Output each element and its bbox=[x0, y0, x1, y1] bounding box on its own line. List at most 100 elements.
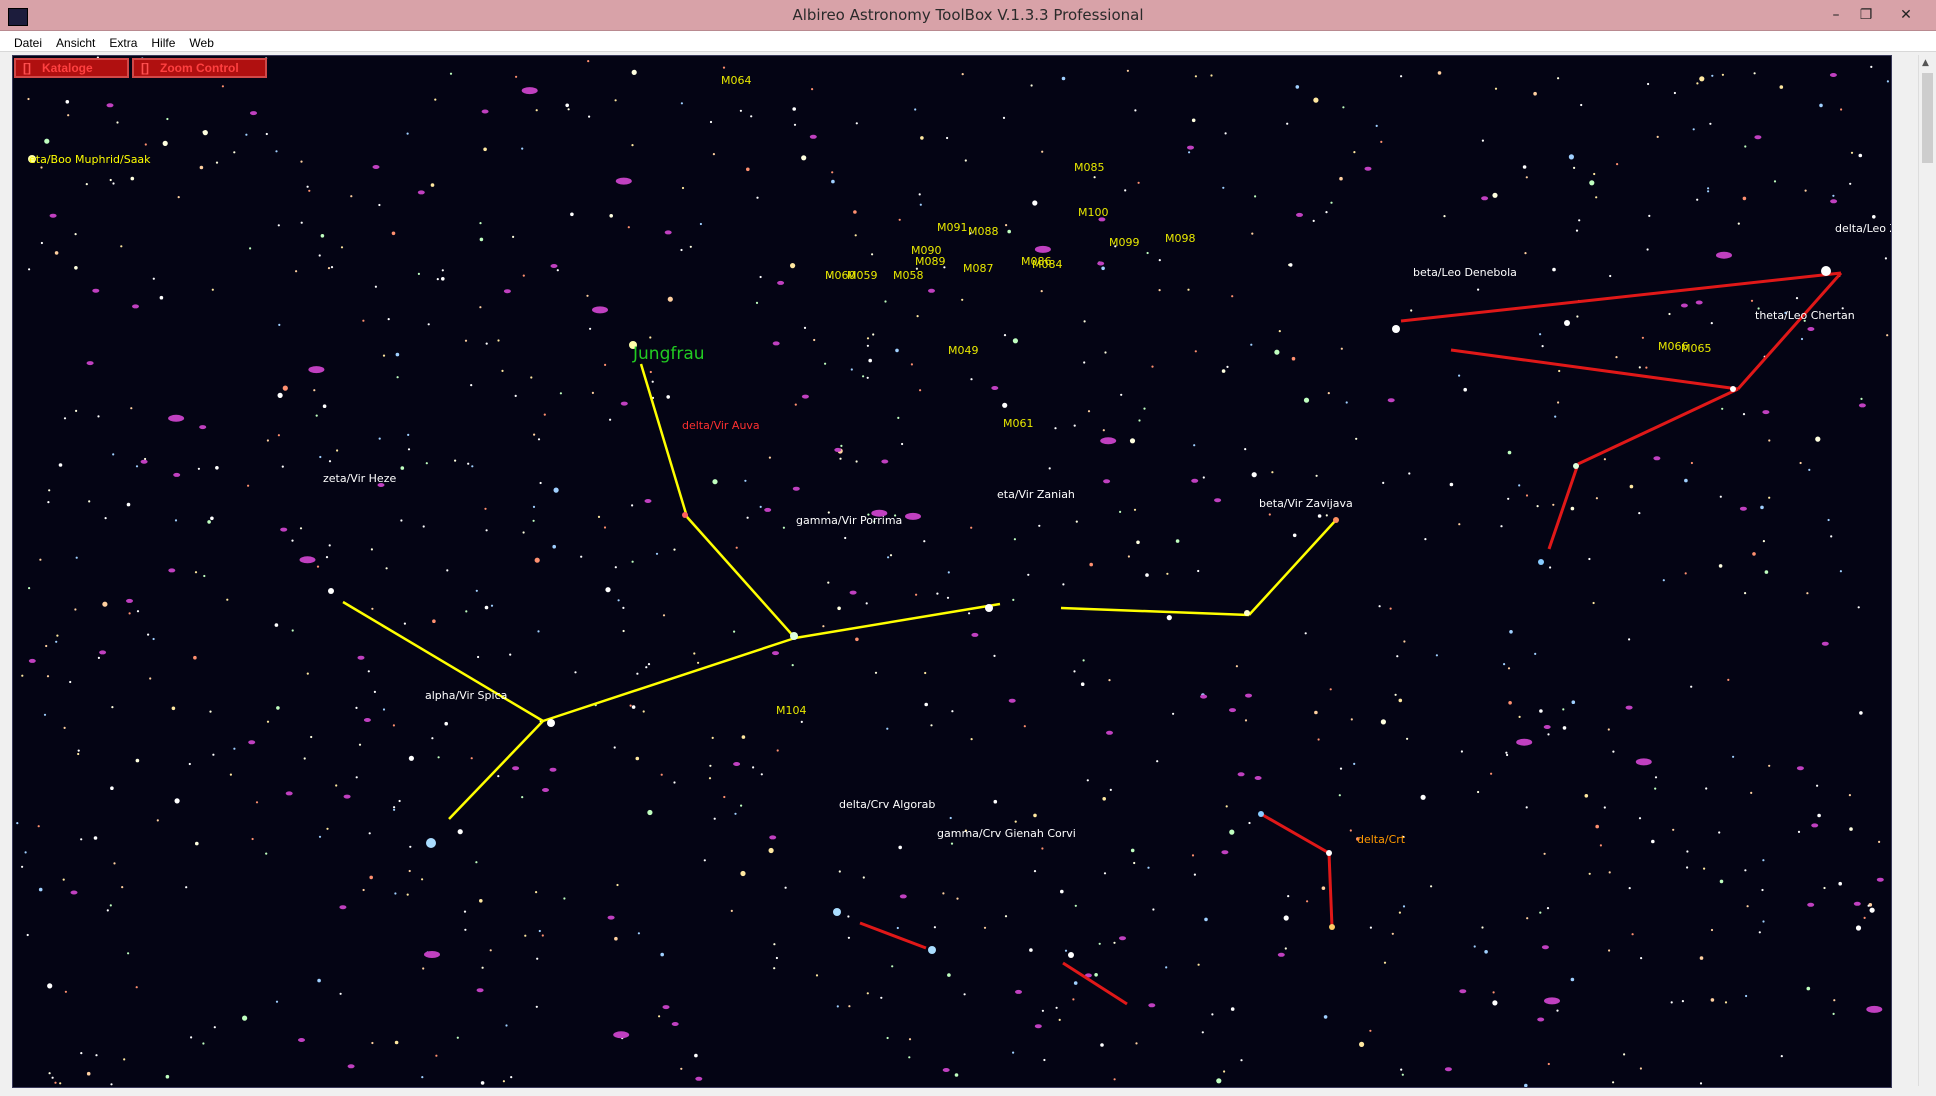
background-star bbox=[430, 183, 435, 187]
star-chertan bbox=[1730, 386, 1736, 392]
star-center bbox=[547, 719, 555, 727]
background-star bbox=[425, 462, 428, 465]
background-star bbox=[291, 539, 294, 542]
background-star bbox=[1339, 767, 1343, 770]
background-star bbox=[136, 610, 140, 613]
galaxy-marker bbox=[942, 1068, 950, 1072]
background-star bbox=[1396, 655, 1399, 658]
minimize-button[interactable]: – bbox=[1823, 5, 1849, 25]
vertical-scrollbar[interactable]: ▲ bbox=[1918, 55, 1936, 1086]
background-star bbox=[1187, 288, 1190, 291]
background-star bbox=[470, 384, 473, 387]
background-star bbox=[609, 418, 612, 421]
background-star bbox=[919, 203, 922, 206]
sky-map-view[interactable]: M064 M085 M100 M091 M088 M090 M089 M087 … bbox=[12, 55, 1892, 1088]
background-star bbox=[1745, 994, 1748, 998]
background-star bbox=[1284, 947, 1287, 950]
background-star bbox=[21, 865, 24, 868]
background-star bbox=[614, 99, 617, 102]
background-star bbox=[535, 109, 538, 112]
background-star bbox=[708, 777, 712, 780]
background-star bbox=[866, 337, 870, 340]
background-star bbox=[1699, 956, 1704, 960]
galaxy-marker bbox=[132, 304, 139, 309]
background-star bbox=[588, 115, 591, 118]
background-star bbox=[824, 362, 827, 365]
messier-label: M091 bbox=[937, 221, 968, 234]
background-star bbox=[162, 140, 168, 146]
background-star bbox=[1628, 887, 1631, 890]
galaxy-marker bbox=[173, 472, 181, 477]
background-star bbox=[266, 439, 269, 442]
galaxy-marker bbox=[285, 791, 293, 796]
background-star bbox=[534, 557, 540, 563]
zoom-control-button[interactable]: [] Zoom Control bbox=[132, 58, 267, 78]
menu-extra[interactable]: Extra bbox=[102, 34, 144, 50]
background-star bbox=[1539, 333, 1542, 336]
background-star bbox=[1503, 663, 1506, 666]
galaxy-marker bbox=[1459, 989, 1467, 994]
background-star bbox=[1547, 733, 1550, 736]
background-star bbox=[1033, 870, 1037, 873]
background-star bbox=[1378, 605, 1381, 608]
background-star bbox=[521, 796, 524, 799]
background-star bbox=[1509, 630, 1513, 634]
background-star bbox=[1806, 592, 1809, 595]
galaxy-marker bbox=[512, 766, 520, 771]
scroll-up-arrow-icon[interactable]: ▲ bbox=[1922, 58, 1929, 68]
background-star bbox=[1054, 427, 1057, 430]
background-star bbox=[128, 612, 131, 615]
background-star bbox=[1760, 505, 1764, 510]
sky-chart[interactable]: M064 M085 M100 M091 M088 M090 M089 M087 … bbox=[13, 56, 1891, 1087]
background-star bbox=[1240, 1059, 1243, 1062]
background-star bbox=[1690, 685, 1693, 688]
background-star bbox=[54, 251, 59, 255]
menu-ansicht[interactable]: Ansicht bbox=[49, 34, 102, 50]
background-star bbox=[1823, 886, 1826, 890]
background-star bbox=[790, 263, 796, 269]
background-star bbox=[1686, 866, 1689, 869]
background-star bbox=[1595, 196, 1598, 199]
background-star bbox=[694, 1053, 698, 1058]
background-star bbox=[1645, 366, 1648, 369]
close-button[interactable]: ✕ bbox=[1893, 5, 1919, 25]
menu-web[interactable]: Web bbox=[182, 34, 220, 50]
catalogs-checkbox[interactable]: [] bbox=[22, 60, 32, 76]
zoom-checkbox[interactable]: [] bbox=[140, 60, 150, 76]
background-star bbox=[559, 392, 563, 395]
background-star bbox=[328, 544, 331, 547]
background-star bbox=[936, 592, 939, 595]
galaxy-marker bbox=[308, 366, 325, 374]
background-star bbox=[1742, 413, 1746, 416]
background-star bbox=[1389, 607, 1392, 610]
galaxy-marker bbox=[971, 632, 979, 637]
background-star bbox=[660, 952, 664, 957]
galaxy-marker bbox=[99, 650, 107, 655]
galaxy-marker bbox=[1200, 694, 1208, 699]
background-star bbox=[166, 117, 169, 121]
star-zavijava bbox=[1244, 610, 1250, 616]
restore-button[interactable]: ❐ bbox=[1853, 5, 1879, 25]
background-star bbox=[120, 245, 123, 248]
messier-label: M061 bbox=[1003, 417, 1034, 430]
menu-datei[interactable]: Datei bbox=[7, 34, 49, 50]
scroll-thumb[interactable] bbox=[1922, 73, 1933, 163]
background-star bbox=[586, 294, 589, 297]
background-star bbox=[1878, 840, 1881, 844]
background-star bbox=[1082, 659, 1085, 662]
background-star bbox=[210, 516, 214, 521]
background-star bbox=[1087, 410, 1091, 413]
background-star bbox=[367, 670, 370, 673]
background-star bbox=[1833, 999, 1836, 1002]
star-spica bbox=[426, 838, 436, 848]
background-star bbox=[1400, 75, 1403, 78]
background-star bbox=[1166, 615, 1172, 621]
menu-hilfe[interactable]: Hilfe bbox=[144, 34, 182, 50]
catalogs-button[interactable]: [] Kataloge bbox=[14, 58, 129, 78]
background-star bbox=[538, 929, 541, 933]
background-star bbox=[1191, 854, 1195, 857]
background-star bbox=[898, 845, 902, 850]
galaxy-marker bbox=[1829, 73, 1837, 77]
background-star bbox=[1762, 540, 1765, 543]
background-star bbox=[1552, 267, 1556, 272]
